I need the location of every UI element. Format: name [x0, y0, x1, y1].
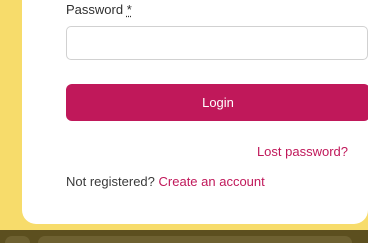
lost-password-link[interactable]: Lost password?: [257, 144, 348, 159]
footer-pill-left: [5, 236, 30, 243]
required-marker: *: [126, 2, 132, 17]
register-line: Not registered? Create an account: [66, 174, 265, 189]
not-registered-text: Not registered?: [66, 174, 155, 189]
password-input[interactable]: [66, 26, 368, 60]
footer-pill-right: [38, 236, 352, 243]
create-account-link[interactable]: Create an account: [159, 174, 265, 189]
password-label-text: Password: [66, 2, 124, 17]
login-card: Password * Login Lost password? Not regi…: [22, 0, 368, 224]
password-label: Password *: [66, 2, 132, 17]
login-button[interactable]: Login: [66, 84, 368, 121]
